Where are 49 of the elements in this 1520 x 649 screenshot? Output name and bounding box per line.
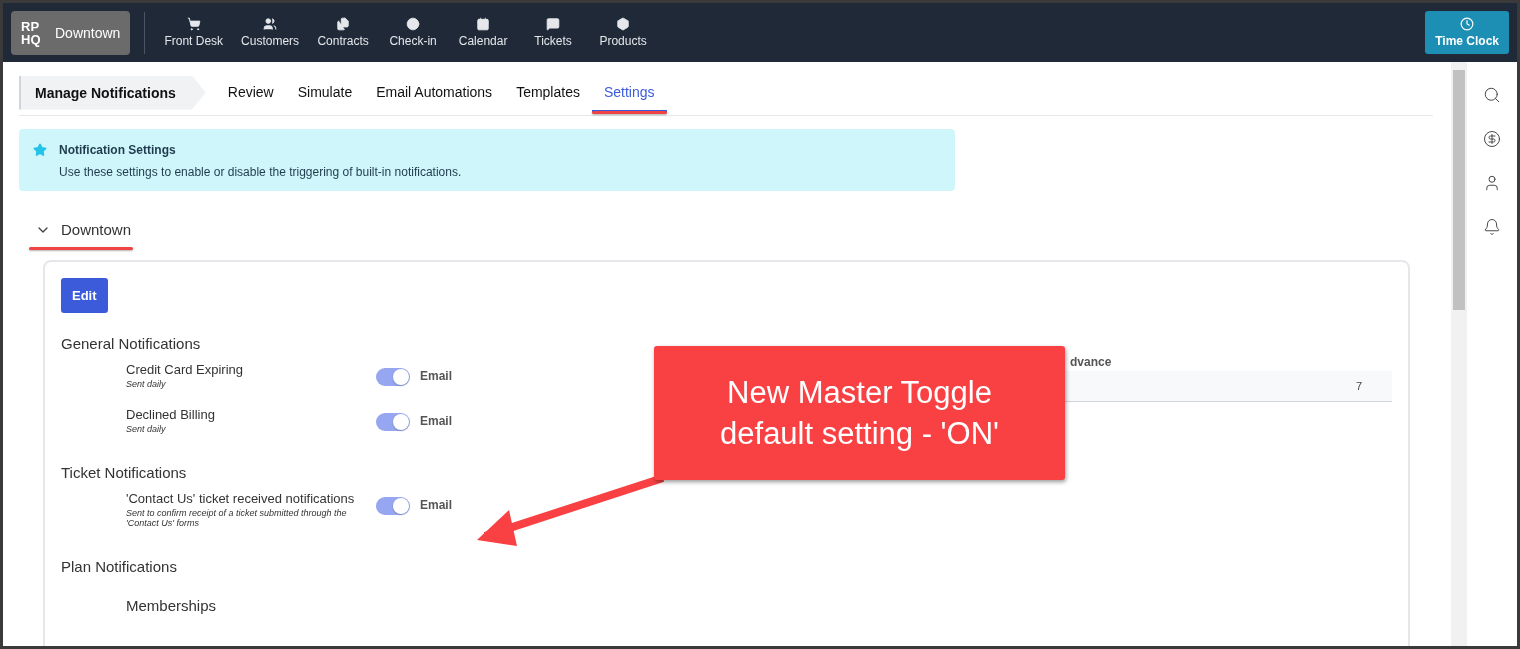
info-title: Notification Settings [59, 143, 177, 157]
calendar-icon [476, 17, 491, 31]
person-icon[interactable] [1483, 174, 1501, 192]
notification-note: Sent to confirm receipt of a ticket submitted through the 'Contact Us' forms [126, 508, 348, 528]
nav-item[interactable]: Contracts [308, 17, 379, 48]
nav-item[interactable]: Products [588, 17, 659, 48]
channel-label: Email [420, 414, 452, 428]
breadcrumb: Manage Notifications [19, 75, 206, 110]
toggle-switch[interactable] [376, 368, 410, 386]
nav-item[interactable]: Calendar [448, 17, 519, 48]
bell-icon[interactable] [1483, 218, 1501, 236]
nav-item[interactable]: Tickets [518, 17, 589, 48]
channel-label: Email [420, 498, 452, 512]
location-switcher[interactable]: RP HQ Downtown [11, 10, 131, 55]
dollar-icon[interactable] [1483, 130, 1501, 148]
notification-name: 'Contact Us' ticket received notifications [126, 491, 356, 506]
group-title: Ticket Notifications [61, 464, 187, 481]
info-text: Use these settings to enable or disable the triggering of built-in notifications. [59, 165, 463, 179]
cart-icon [186, 17, 201, 31]
toggle-switch[interactable] [376, 413, 410, 431]
tab[interactable]: Email Automations [364, 73, 505, 112]
tab[interactable]: Templates [504, 73, 592, 112]
scrollbar[interactable] [1451, 62, 1467, 646]
field-label: dvance [1070, 355, 1112, 369]
edit-button[interactable]: Edit [61, 278, 108, 313]
group-title: Plan Notifications [61, 558, 177, 575]
channel-label: Email [420, 369, 452, 383]
search-icon[interactable] [1483, 86, 1501, 104]
star-icon [33, 143, 47, 157]
tab[interactable]: Review [215, 73, 286, 112]
group-title: General Notifications [61, 335, 201, 352]
toggle-switch[interactable] [376, 497, 410, 515]
subheading: Memberships [126, 597, 217, 614]
clock-icon [1460, 17, 1475, 31]
nav-item[interactable]: Check-in [378, 17, 449, 48]
callout-annotation: New Master Toggle default setting - 'ON' [654, 346, 1065, 480]
tab[interactable]: Simulate [285, 73, 365, 112]
users-icon [263, 17, 278, 31]
chat-bubble-icon [546, 17, 561, 31]
tab[interactable]: Settings [591, 73, 667, 112]
time-clock-button[interactable]: Time Clock [1425, 11, 1509, 54]
nav-item[interactable]: Customers [232, 17, 309, 48]
input-field[interactable]: 7 [1062, 371, 1392, 402]
notification-note: Sent daily [126, 379, 167, 389]
nav-item[interactable]: Front Desk [155, 17, 233, 48]
section-header[interactable]: Downtown [35, 221, 132, 238]
notification-note: Sent daily [126, 424, 167, 434]
notification-name: Declined Billing [126, 407, 216, 422]
notification-name: Credit Card Expiring [126, 362, 245, 377]
